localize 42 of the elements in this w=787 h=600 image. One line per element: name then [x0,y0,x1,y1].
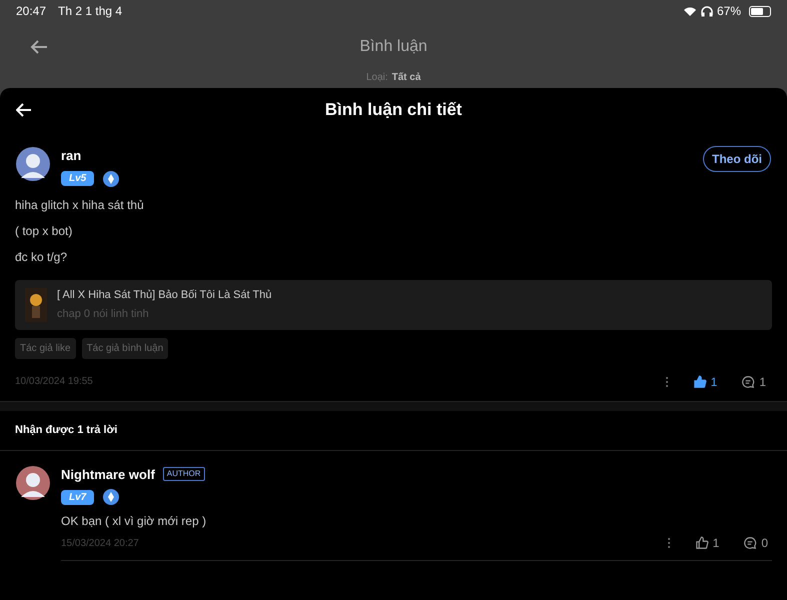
reply-count: 0 [761,535,768,552]
tag: Tác giả bình luận [82,338,168,358]
level-badge: Lv7 [61,490,94,504]
username[interactable]: Nightmare wolf [61,464,155,484]
diamond-badge-icon [102,488,120,506]
wifi-icon [682,6,697,16]
status-date: Th 2 1 thg 4 [58,3,122,20]
like-count: 1 [710,374,718,390]
replies-heading: Nhận được 1 trả lời [15,422,118,438]
more-icon[interactable] [666,537,671,549]
sheet-title: Bình luận chi tiết [325,99,462,122]
comment-text: ( top x bot) [15,222,74,240]
reply-count: 1 [759,374,766,390]
avatar-icon [15,146,51,182]
more-icon[interactable] [664,376,669,388]
follow-button[interactable]: Theo dõi [703,146,771,172]
comment-icon[interactable] [741,374,756,388]
comment-text: đc ko t/g? [15,248,68,266]
battery-percent: 67% [716,3,741,20]
tag: Tác giả like [15,338,76,358]
username[interactable]: ran [61,146,693,166]
story-card[interactable]: [ All X Hiha Sát Thủ] Bảo Bối Tôi Là Sát Thủ chap 0 nói linh tinh [15,280,772,330]
headphones-icon [700,6,713,16]
status-time: 20:47 [16,3,46,20]
comment-text: hiha glitch x hiha sát thủ [15,196,145,214]
level-badge: Lv5 [61,171,94,186]
timestamp: 10/03/2024 19:55 [15,375,93,389]
page-title: Bình luận [360,37,428,57]
avatar-icon [15,464,51,500]
filter-dropdown[interactable]: Tất cả [392,72,421,84]
diamond-badge-icon [102,170,120,188]
author-badge: AUTHOR [162,467,205,482]
timestamp: 15/03/2024 20:27 [61,536,139,550]
story-title: [ All X Hiha Sát Thủ] Bảo Bối Tôi Là Sát Thủ [57,288,272,303]
comment-icon[interactable] [743,536,758,550]
thumbs-up-icon[interactable] [694,536,709,550]
like-count: 1 [712,535,720,552]
thumbs-up-icon[interactable] [692,374,707,388]
reply-text: OK bạn ( xl vì giờ mới rep ) [61,513,208,530]
filter-label: Loại: [366,72,388,84]
chapter-title: chap 0 nói linh tinh [57,306,150,322]
battery-icon [749,6,771,16]
